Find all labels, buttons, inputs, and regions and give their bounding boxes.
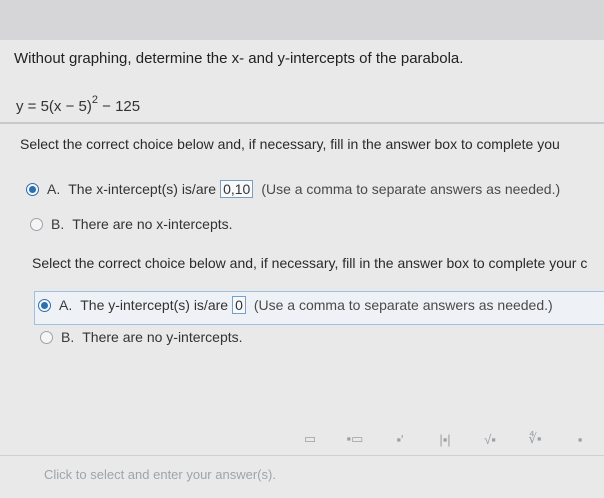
radio-button-selected[interactable] (38, 298, 51, 312)
part2-instruction: Select the correct choice below and, if … (32, 255, 588, 271)
more-icon[interactable]: ▪ (565, 429, 595, 449)
choice-text: The y-intercept(s) is/are (80, 297, 229, 313)
question-text: Without graphing, determine the x- and y… (14, 50, 464, 67)
choice-hint: (Use a comma to separate answers as need… (261, 181, 561, 197)
absolute-value-icon[interactable]: |▪| (430, 429, 460, 449)
divider (0, 122, 604, 124)
choice-text: There are no x-intercepts. (72, 216, 233, 232)
choice-letter: B. (61, 329, 75, 345)
choice-text: There are no y-intercepts. (82, 329, 243, 345)
footer-prompt: Click to select and enter your answer(s)… (44, 467, 276, 482)
part1-instruction: Select the correct choice below and, if … (20, 136, 560, 152)
choice-letter: B. (51, 216, 65, 232)
choice-letter: A. (47, 181, 61, 197)
fraction-icon[interactable]: ▭ (295, 429, 325, 449)
choice-hint: (Use a comma to separate answers as need… (253, 297, 553, 313)
y-intercept-choice-b[interactable]: B. There are no y-intercepts. (40, 329, 243, 345)
exponent-icon[interactable]: ▪' (385, 429, 415, 449)
x-intercept-answer-box[interactable]: 0,10 (220, 180, 254, 198)
x-intercept-choice-a[interactable]: A. The x-intercept(s) is/are 0,10 (Use a… (26, 180, 560, 198)
square-root-icon[interactable]: √▪ (475, 429, 505, 449)
y-intercept-choice-a[interactable]: A. The y-intercept(s) is/are 0 (Use a co… (38, 296, 553, 314)
top-bar (0, 0, 604, 40)
choice-text: The x-intercept(s) is/are (68, 181, 217, 197)
radio-button[interactable] (30, 217, 43, 231)
equation-tail: − 125 (98, 98, 141, 115)
footer-divider (0, 455, 604, 456)
radio-button[interactable] (40, 330, 53, 344)
equation-main: y = 5(x − 5) (16, 98, 92, 115)
y-intercept-answer-box[interactable]: 0 (232, 296, 246, 314)
radio-button-selected[interactable] (26, 182, 39, 196)
x-intercept-choice-b[interactable]: B. There are no x-intercepts. (30, 216, 233, 232)
math-toolbar: ▭ ▪▭ ▪' |▪| √▪ ∜▪ ▪ (295, 428, 604, 450)
equation: y = 5(x − 5)2 − 125 (16, 94, 141, 115)
equation-exponent: 2 (91, 94, 98, 106)
nth-root-icon[interactable]: ∜▪ (520, 429, 550, 449)
mixed-number-icon[interactable]: ▪▭ (340, 429, 370, 449)
choice-letter: A. (59, 297, 73, 313)
